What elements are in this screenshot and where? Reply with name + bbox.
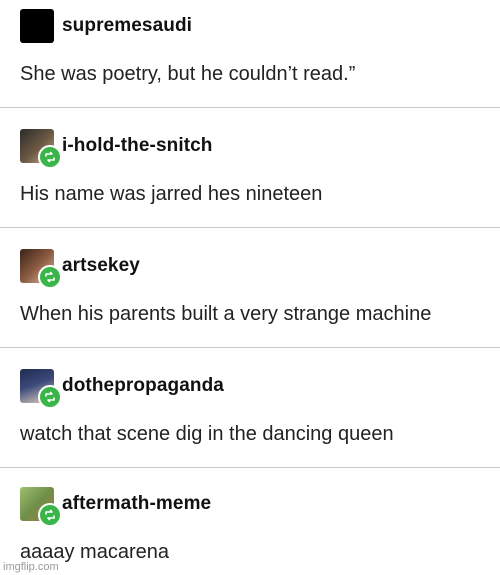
post: dothepropaganda watch that scene dig in … bbox=[0, 348, 500, 468]
username[interactable]: dothepropaganda bbox=[62, 375, 224, 397]
avatar[interactable] bbox=[20, 487, 62, 527]
reblog-icon bbox=[38, 145, 62, 169]
reblog-icon bbox=[38, 503, 62, 527]
avatar[interactable] bbox=[20, 9, 54, 43]
avatar[interactable] bbox=[20, 369, 62, 409]
avatar[interactable] bbox=[20, 249, 62, 289]
username[interactable]: supremesaudi bbox=[62, 15, 192, 37]
post-text: His name was jarred hes nineteen bbox=[20, 183, 323, 205]
reblog-icon bbox=[38, 265, 62, 289]
post-text: watch that scene dig in the dancing quee… bbox=[20, 423, 394, 445]
post: supremesaudi She was poetry, but he coul… bbox=[0, 0, 500, 108]
post: i-hold-the-snitch His name was jarred he… bbox=[0, 108, 500, 228]
post-header: dothepropaganda bbox=[20, 368, 224, 409]
username[interactable]: i-hold-the-snitch bbox=[62, 135, 213, 157]
username[interactable]: artsekey bbox=[62, 255, 140, 277]
post-header: i-hold-the-snitch bbox=[20, 128, 213, 169]
watermark: imgflip.com bbox=[3, 561, 59, 573]
post: aftermath-meme aaaay macarena bbox=[0, 468, 500, 575]
post-header: supremesaudi bbox=[20, 8, 192, 44]
post-text: When his parents built a very strange ma… bbox=[20, 303, 432, 325]
avatar[interactable] bbox=[20, 129, 62, 169]
post-header: aftermath-meme bbox=[20, 486, 211, 527]
reblog-icon bbox=[38, 385, 62, 409]
post-text: She was poetry, but he couldn’t read.” bbox=[20, 63, 356, 85]
username[interactable]: aftermath-meme bbox=[62, 493, 211, 515]
post: artsekey When his parents built a very s… bbox=[0, 228, 500, 348]
post-header: artsekey bbox=[20, 248, 140, 289]
